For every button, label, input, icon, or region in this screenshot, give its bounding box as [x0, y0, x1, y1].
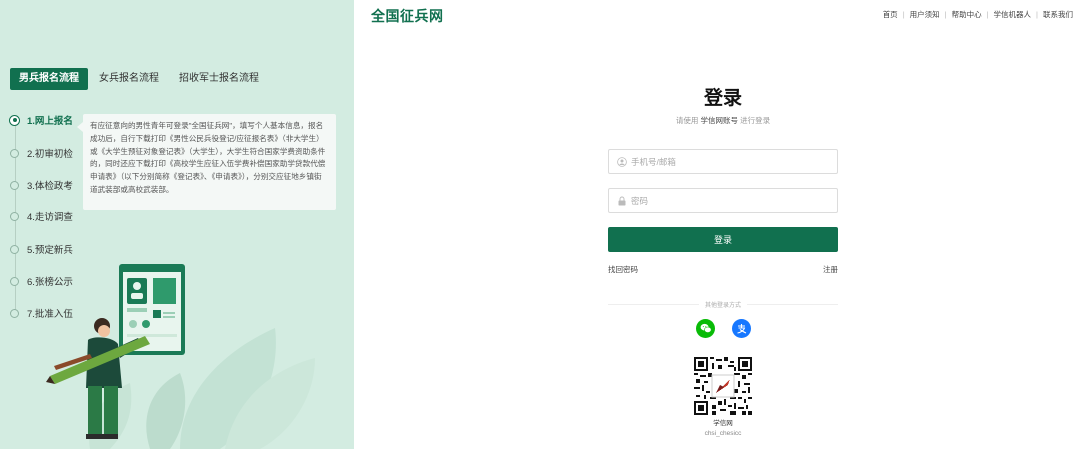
- process-tabs: 男兵报名流程 女兵报名流程 招收军士报名流程: [10, 68, 268, 90]
- step-dot-icon: [10, 276, 19, 286]
- step-active-dot-icon: [9, 114, 20, 126]
- subtitle-account-name: 学信网账号: [700, 116, 739, 125]
- nav-home[interactable]: 首页: [883, 9, 898, 20]
- step-dot-icon: [10, 211, 19, 221]
- wechat-login-button[interactable]: [696, 319, 715, 338]
- step-2[interactable]: 2.初审初检: [10, 146, 73, 160]
- other-login-label: 其他登录方式: [705, 303, 742, 309]
- username-field[interactable]: [608, 149, 838, 174]
- step-label: 5.预定新兵: [27, 245, 73, 256]
- step-3[interactable]: 3.体检政考: [10, 178, 73, 192]
- auth-links: 找回密码 注册: [608, 264, 838, 275]
- qr-caption-account: chsi_chesicc: [704, 430, 742, 437]
- nav-separator: |: [902, 10, 905, 19]
- step-dot-icon: [10, 308, 19, 318]
- alipay-login-button[interactable]: [732, 319, 751, 338]
- step-description-bubble: 有应征意向的男性青年可登录"全国征兵网"，填写个人基本信息，报名成功后，自行下载…: [77, 114, 336, 210]
- divider-line: [747, 304, 839, 305]
- step-label: 1.网上报名: [27, 116, 73, 127]
- step-dot-icon: [10, 148, 19, 158]
- page: 男兵报名流程 女兵报名流程 招收军士报名流程 1.网上报名 2.初审初检 3.体…: [0, 0, 1080, 449]
- illustration-person-with-phone: [46, 264, 315, 449]
- step-5[interactable]: 5.预定新兵: [10, 242, 73, 256]
- subtitle-prefix: 请使用: [675, 116, 699, 125]
- qr-caption: 学信网 chsi_chesicc: [673, 419, 773, 439]
- nav-separator: |: [944, 10, 947, 19]
- login-button[interactable]: 登录: [608, 227, 838, 252]
- qr-caption-title: 学信网: [713, 420, 733, 427]
- forgot-password-link[interactable]: 找回密码: [608, 264, 638, 275]
- tab-nco-process[interactable]: 招收军士报名流程: [170, 68, 268, 90]
- step-label: 3.体检政考: [27, 181, 73, 192]
- nav-contact-us[interactable]: 联系我们: [1043, 9, 1073, 20]
- step-dot-icon: [10, 180, 19, 190]
- tab-female-process[interactable]: 女兵报名流程: [90, 68, 168, 90]
- register-link[interactable]: 注册: [823, 264, 838, 275]
- enlistment-process-panel: 男兵报名流程 女兵报名流程 招收军士报名流程 1.网上报名 2.初审初检 3.体…: [0, 0, 354, 449]
- username-input[interactable]: [631, 156, 821, 167]
- divider-line: [608, 304, 699, 305]
- step-4[interactable]: 4.走访调查: [10, 209, 73, 223]
- nav-separator: |: [986, 10, 989, 19]
- tab-male-process[interactable]: 男兵报名流程: [10, 68, 88, 90]
- wechat-icon: [700, 323, 712, 333]
- user-icon: [617, 156, 627, 167]
- step-dot-icon: [10, 244, 19, 254]
- password-input[interactable]: [631, 195, 821, 206]
- qr-code: [694, 357, 752, 415]
- nav-help-center[interactable]: 帮助中心: [952, 9, 982, 20]
- step-label: 2.初审初检: [27, 149, 73, 160]
- alipay-icon: [737, 324, 747, 334]
- lock-icon: [617, 196, 627, 206]
- nav-separator: |: [1036, 10, 1038, 19]
- login-subtitle: 请使用 学信网账号 进行登录: [608, 115, 838, 126]
- site-logo[interactable]: 全国征兵网: [371, 6, 444, 26]
- login-title: 登录: [703, 88, 742, 109]
- password-field[interactable]: [608, 188, 838, 213]
- nav-chsi-robot[interactable]: 学信机器人: [994, 9, 1032, 20]
- step-label: 4.走访调查: [27, 212, 73, 223]
- other-login-divider: 其他登录方式: [608, 300, 839, 309]
- nav-user-notice[interactable]: 用户须知: [910, 9, 940, 20]
- subtitle-suffix: 进行登录: [740, 116, 771, 125]
- top-navigation: 首页 | 用户须知 | 帮助中心 | 学信机器人 | 联系我们: [883, 9, 1073, 20]
- step-1[interactable]: 1.网上报名: [9, 113, 73, 127]
